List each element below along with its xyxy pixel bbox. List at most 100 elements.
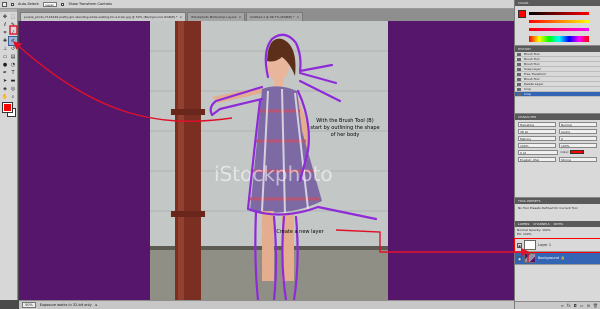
layer-controls: Normal Opacity: 100% Fill: 100% — [515, 227, 600, 239]
crop-tool-icon[interactable]: ⌗ — [1, 29, 9, 37]
font-style-field[interactable]: Normal — [559, 122, 597, 127]
blue-slider[interactable] — [529, 27, 589, 32]
language-field[interactable]: English: USA — [518, 157, 556, 162]
auto-select-label: Auto-Select: — [18, 2, 40, 6]
options-bar: Auto-Select: Layer Show Transform Contro… — [0, 0, 514, 9]
trash-icon[interactable]: 🗑 — [593, 303, 598, 308]
baseline-field[interactable]: 0 pt — [518, 150, 558, 155]
photo-illustration: iStockphoto — [150, 21, 388, 300]
history-item-icon — [517, 62, 521, 66]
new-layer-button[interactable]: ⊞ — [587, 303, 590, 308]
history-item-selected[interactable]: Crop — [515, 92, 600, 97]
zoom-tool-icon[interactable]: ⌕ — [9, 93, 17, 101]
link-layers-icon[interactable]: ∞ — [560, 303, 563, 308]
auto-select-checkbox[interactable] — [11, 2, 14, 6]
path-select-tool-icon[interactable]: ➤ — [1, 77, 9, 85]
close-icon[interactable]: × — [179, 15, 182, 19]
eraser-tool-icon[interactable]: ▭ — [1, 53, 9, 61]
history-item-label: Brush Tool — [524, 57, 540, 61]
tab-document-2[interactable]: iStockphoto Photoshop Layout × — [186, 12, 246, 21]
eyedropper-tool-icon[interactable]: ⁄ — [9, 29, 17, 37]
tab-document-1[interactable]: purple_photo-7124446-pretty-girl-standin… — [20, 12, 186, 21]
marquee-tool-icon[interactable]: ⬚ — [9, 13, 17, 21]
eye-icon[interactable]: ◉ — [517, 255, 522, 261]
3d-tool-icon[interactable]: ◈ — [1, 85, 9, 93]
history-item-icon — [517, 52, 521, 56]
color-panel-swatch[interactable] — [518, 10, 526, 18]
shape-tool-icon[interactable]: ▬ — [9, 77, 17, 85]
type-tool-icon[interactable]: T — [9, 69, 17, 77]
lasso-tool-icon[interactable]: ℓ — [1, 21, 9, 29]
zoom-level[interactable]: 50% — [22, 302, 36, 308]
history-item-icon — [517, 57, 521, 61]
layer-style-icon[interactable]: fx — [567, 303, 571, 308]
status-arrow-icon[interactable]: ▸ — [96, 303, 98, 307]
kerning-field[interactable]: Metrics — [518, 136, 556, 141]
clone-stamp-tool-icon[interactable]: ⊥ — [1, 45, 9, 53]
tab-layers[interactable]: LAYERS — [518, 221, 529, 227]
tab-label: Untitled-1 @ 66.7% (RGB/8) * — [250, 15, 295, 19]
history-item-label: Free Transform — [524, 72, 547, 76]
tool-presets-text: No Tool Presets Defined for Current Tool — [518, 206, 578, 210]
tab-channels[interactable]: CHANNELS — [533, 221, 549, 227]
history-item-label: Crop — [524, 87, 532, 91]
layer-row-background[interactable]: ◉ Background 🔒 — [515, 252, 600, 265]
green-slider[interactable] — [529, 19, 589, 24]
tab-label: purple_photo-7124446-pretty-girl-standin… — [24, 15, 178, 19]
history-item-icon — [517, 77, 521, 81]
tab-paths[interactable]: PATHS — [554, 221, 563, 227]
move-tool-preset-icon[interactable] — [2, 1, 7, 7]
leading-field[interactable]: (Auto) — [559, 129, 597, 134]
fill-value[interactable]: 100% — [523, 232, 532, 236]
layer-name: Background — [538, 256, 559, 260]
character-panel: Helvetica Normal 38 pt (Auto) Metrics 0 … — [515, 120, 600, 198]
history-item-label: Snap Layer — [524, 67, 541, 71]
tracking-field[interactable]: 0 — [559, 136, 597, 141]
pen-tool-icon[interactable]: ✒ — [1, 69, 9, 77]
horizontal-scale-field[interactable]: 100% — [559, 143, 597, 148]
gradient-tool-icon[interactable]: ▤ — [9, 53, 17, 61]
auto-select-dropdown[interactable]: Layer — [43, 1, 58, 7]
layer-thumbnail — [524, 240, 536, 250]
history-item-icon — [517, 87, 521, 91]
close-icon[interactable]: × — [297, 15, 300, 19]
quick-select-tool-icon[interactable]: ✎ — [9, 21, 17, 29]
fill-label: Fill: — [517, 232, 523, 236]
layer-thumbnail — [524, 253, 536, 263]
brush-tool-icon[interactable]: ✐ — [8, 36, 18, 46]
color-label: Color: — [560, 150, 570, 154]
history-brush-tool-icon[interactable]: ↺ — [9, 45, 17, 53]
layer-row-layer-1[interactable]: ◉ Layer 1 — [514, 238, 600, 253]
new-group-icon[interactable]: ▭ — [580, 303, 584, 308]
layer-mask-icon[interactable]: ◘ — [574, 303, 577, 308]
foreground-color-swatch[interactable] — [2, 102, 13, 113]
opacity-value[interactable]: 100% — [542, 228, 551, 232]
layers-footer: ∞ fx ◘ ▭ ⊞ 🗑 — [515, 301, 600, 309]
red-slider[interactable] — [529, 11, 589, 16]
history-item-icon — [517, 92, 521, 96]
history-item-icon — [517, 82, 521, 86]
dodge-tool-icon[interactable]: ◔ — [9, 61, 17, 69]
font-family-field[interactable]: Helvetica — [518, 122, 556, 127]
history-item-label: Crop — [524, 92, 532, 96]
eye-icon[interactable]: ◉ — [517, 242, 522, 248]
text-color-swatch[interactable] — [570, 150, 585, 154]
color-ramp[interactable] — [529, 36, 589, 42]
tab-document-3[interactable]: Untitled-1 @ 66.7% (RGB/8) * × — [246, 12, 304, 21]
3d-camera-tool-icon[interactable]: ◎ — [9, 85, 17, 93]
document-tabs: purple_photo-7124446-pretty-girl-standin… — [18, 9, 514, 21]
antialias-field[interactable]: Strong — [559, 157, 597, 162]
close-icon[interactable]: × — [239, 15, 242, 19]
font-size-field[interactable]: 38 pt — [518, 129, 556, 134]
layers-panel: LAYERS CHANNELS PATHS Normal Opacity: 10… — [514, 221, 600, 309]
color-panel — [515, 6, 600, 46]
blur-tool-icon[interactable]: ● — [1, 61, 9, 69]
show-transform-checkbox[interactable] — [61, 2, 65, 6]
history-item-label: Brush Tool — [524, 62, 540, 66]
tab-label: iStockphoto Photoshop Layout — [190, 15, 237, 19]
move-tool-icon[interactable]: ✥ — [1, 13, 9, 21]
healing-tool-icon[interactable]: ✚ — [1, 37, 9, 45]
hand-tool-icon[interactable]: ✋ — [1, 93, 9, 101]
vertical-scale-field[interactable]: 100% — [518, 143, 556, 148]
document-photo[interactable]: iStockphoto — [150, 21, 388, 300]
